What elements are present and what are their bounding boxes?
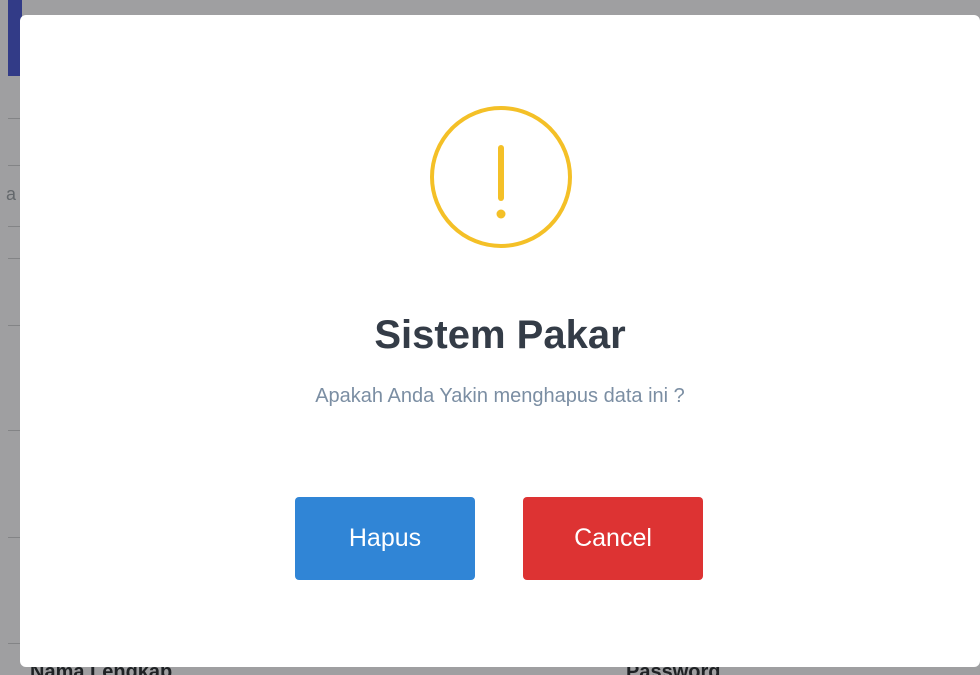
- exclamation-icon: [496, 145, 506, 219]
- confirm-dialog: Sistem Pakar Apakah Anda Yakin menghapus…: [20, 15, 980, 667]
- dialog-title: Sistem Pakar: [374, 313, 626, 357]
- dialog-message: Apakah Anda Yakin menghapus data ini ?: [315, 385, 685, 407]
- warning-icon: [430, 106, 572, 248]
- cancel-button[interactable]: Cancel: [523, 497, 703, 580]
- confirm-delete-button[interactable]: Hapus: [295, 497, 475, 580]
